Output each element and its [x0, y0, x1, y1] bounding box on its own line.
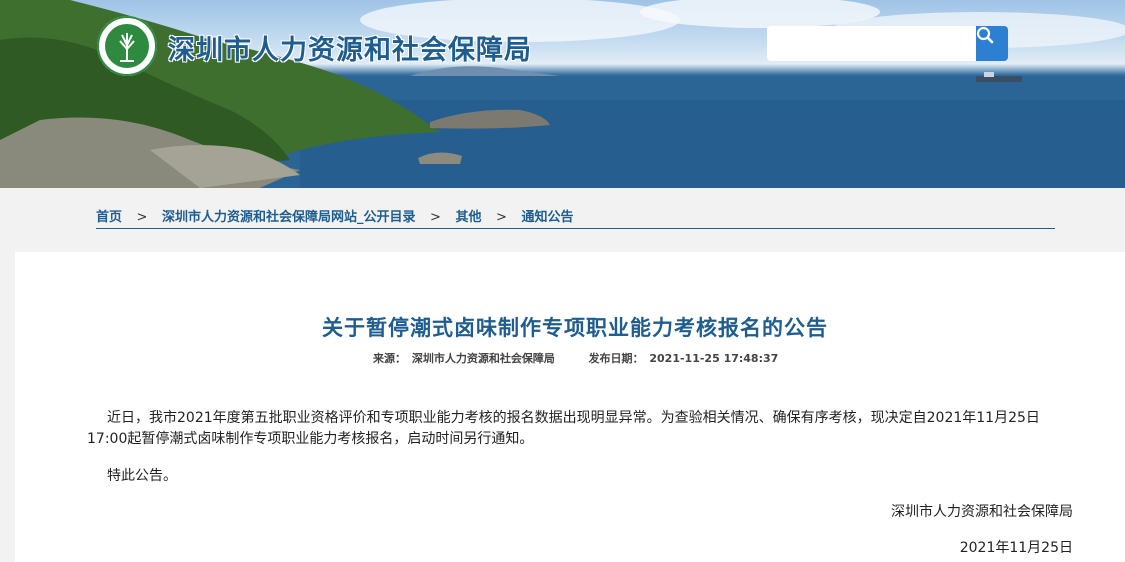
source-label: 来源： [373, 352, 406, 365]
breadcrumb-public-directory[interactable]: 深圳市人力资源和社会保障局网站_公开目录 [162, 206, 416, 225]
article-title: 关于暂停潮式卤味制作专项职业能力考核报名的公告 [322, 316, 828, 340]
article-signer: 深圳市人力资源和社会保障局 [891, 504, 1073, 520]
breadcrumb-separator: > [496, 210, 507, 225]
search-button[interactable] [976, 26, 1008, 61]
site-title[interactable]: 深圳市人力资源和社会保障局 [168, 28, 532, 67]
bureau-logo[interactable] [96, 15, 158, 77]
tree-emblem-icon [97, 16, 157, 76]
article-sign-date: 2021年11月25日 [959, 540, 1073, 556]
article-meta: 来源： 深圳市人力资源和社会保障局 发布日期： 2021-11-25 17:48… [373, 350, 780, 366]
breadcrumb-notices[interactable]: 通知公告 [521, 206, 573, 225]
breadcrumb-home[interactable]: 首页 [96, 206, 122, 225]
article-paragraph: 近日，我市2021年度第五批职业资格评价和专项职业能力考核的报名数据出现明显异常… [87, 410, 1040, 447]
search-input[interactable] [767, 26, 976, 61]
breadcrumb-separator: > [136, 210, 148, 225]
date-value: 2021-11-25 17:48:37 [649, 352, 779, 365]
breadcrumb-separator: > [430, 210, 441, 225]
date-label: 发布日期： [588, 352, 644, 365]
source-value: 深圳市人力资源和社会保障局 [411, 352, 555, 365]
breadcrumb-other[interactable]: 其他 [455, 206, 481, 225]
breadcrumb: 首页 > 深圳市人力资源和社会保障局网站_公开目录 > 其他 > 通知公告 [96, 206, 1055, 229]
article-panel: 关于暂停潮式卤味制作专项职业能力考核报名的公告 来源： 深圳市人力资源和社会保障… [15, 252, 1125, 562]
article-paragraph-closing: 特此公告。 [107, 468, 177, 484]
header-banner: 深圳市人力资源和社会保障局 [0, 0, 1125, 188]
search-icon [976, 26, 994, 44]
